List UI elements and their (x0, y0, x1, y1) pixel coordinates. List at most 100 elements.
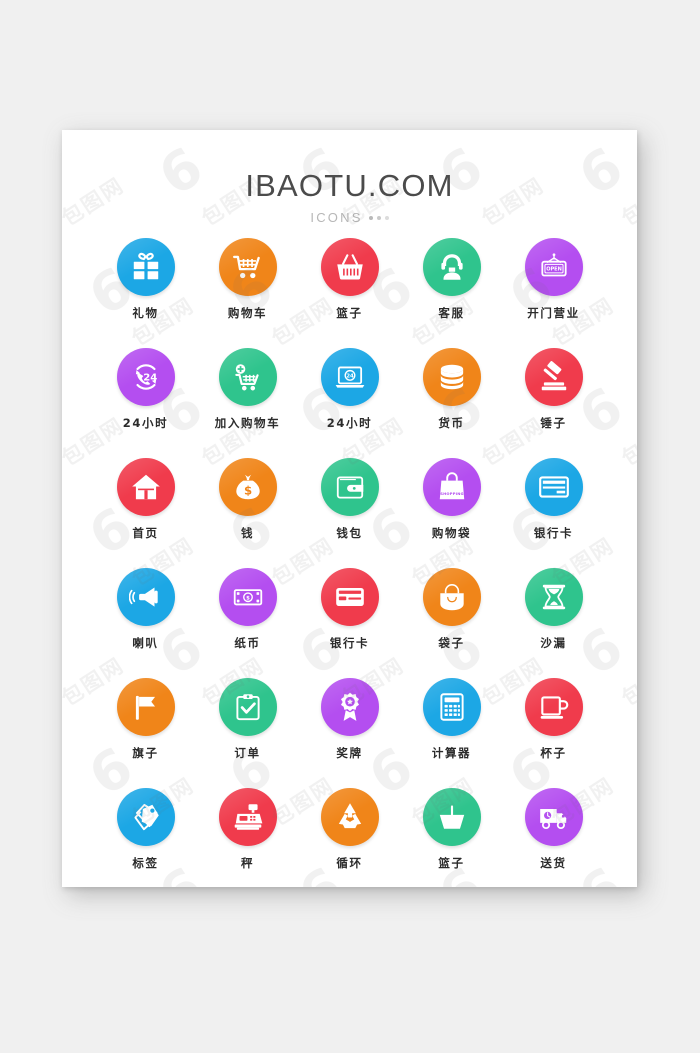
gift-icon[interactable] (116, 238, 175, 296)
icon-cell[interactable]: 沙漏 (506, 568, 601, 678)
icon-label: 钱包 (336, 526, 363, 540)
watermark-glyph: 6 (62, 614, 74, 689)
icon-label: 货币 (438, 416, 465, 430)
shopping-basket-icon[interactable] (320, 238, 379, 296)
icon-cell[interactable]: 24 24小时 (302, 348, 397, 458)
icon-label: 礼物 (132, 306, 159, 320)
phone-24h-icon[interactable]: 24 (116, 348, 175, 406)
add-to-cart-icon[interactable] (218, 348, 277, 406)
icon-cell[interactable]: 循环 (302, 788, 397, 898)
calculator-icon[interactable] (422, 678, 481, 736)
icon-cell[interactable]: 杯子 (506, 678, 601, 788)
icon-label: 开门营业 (527, 306, 580, 320)
icon-label: 篮子 (438, 856, 465, 870)
flag-icon[interactable] (116, 678, 175, 736)
icon-cell[interactable]: 加入购物车 (200, 348, 295, 458)
award-ribbon-icon[interactable] (320, 678, 379, 736)
watermark-text: 包图网 (617, 652, 637, 711)
icon-cell[interactable]: 首页 (98, 458, 193, 568)
tags-icon[interactable] (116, 788, 175, 846)
svg-text:$: $ (246, 595, 250, 601)
bank-card-icon[interactable] (320, 568, 379, 626)
icon-cell[interactable]: 送货 (506, 788, 601, 898)
shopping-bag-icon[interactable]: SHOPPING (422, 458, 481, 516)
icon-label: 杯子 (540, 746, 567, 760)
cash-register-icon[interactable] (218, 788, 277, 846)
icon-cell[interactable]: 客服 (404, 238, 499, 348)
coins-stack-icon[interactable] (422, 348, 481, 406)
icon-cell[interactable]: 礼物 (98, 238, 193, 348)
icon-cell[interactable]: 旗子 (98, 678, 193, 788)
watermark-text: 包图网 (617, 412, 637, 471)
icon-label: 首页 (132, 526, 159, 540)
icon-cell[interactable]: 钱包 (302, 458, 397, 568)
icon-cell[interactable]: 奖牌 (302, 678, 397, 788)
icon-cell[interactable]: 购物车 (200, 238, 295, 348)
icon-label: 循环 (336, 856, 363, 870)
mug-icon[interactable] (524, 678, 583, 736)
icon-label: 篮子 (336, 306, 363, 320)
brand-title: IBAOTU.COM (245, 168, 454, 203)
svg-text:24: 24 (143, 373, 157, 384)
megaphone-icon[interactable] (116, 568, 175, 626)
icon-cell[interactable]: $ 钱 (200, 458, 295, 568)
svg-text:24: 24 (346, 374, 354, 380)
clipboard-check-icon[interactable] (218, 678, 277, 736)
artboard-card: IBAOTU.COM ICONS 礼物 购物车 篮子 客服 OPEN 开门营业 (62, 130, 637, 887)
icon-cell[interactable]: 标签 (98, 788, 193, 898)
icon-cell[interactable]: 银行卡 (302, 568, 397, 678)
svg-text:OPEN: OPEN (546, 266, 562, 272)
shopping-cart-icon[interactable] (218, 238, 277, 296)
svg-text:SHOPPING: SHOPPING (440, 492, 464, 496)
icon-cell[interactable]: 秤 (200, 788, 295, 898)
basket-icon[interactable] (422, 788, 481, 846)
watermark-glyph: 6 (62, 374, 74, 449)
delivery-truck-icon[interactable] (524, 788, 583, 846)
gavel-icon[interactable] (524, 348, 583, 406)
icon-cell[interactable]: 货币 (404, 348, 499, 458)
icon-label: 锤子 (540, 416, 567, 430)
icon-cell[interactable]: 24 24小时 (98, 348, 193, 458)
handbag-icon[interactable] (422, 568, 481, 626)
icon-label: 送货 (540, 856, 567, 870)
icon-label: 标签 (132, 856, 159, 870)
icon-label: 购物袋 (431, 526, 472, 540)
icon-cell[interactable]: 锤子 (506, 348, 601, 458)
icon-cell[interactable]: SHOPPING 购物袋 (404, 458, 499, 568)
banknote-icon[interactable]: $ (218, 568, 277, 626)
icon-label: 银行卡 (329, 636, 370, 650)
icon-label: 客服 (438, 306, 465, 320)
icon-label: 钱 (240, 526, 255, 540)
icon-label: 24小时 (122, 416, 169, 430)
icon-cell[interactable]: 篮子 (404, 788, 499, 898)
icon-cell[interactable]: 计算器 (404, 678, 499, 788)
icon-label: 纸币 (234, 636, 261, 650)
watermark-glyph: 6 (62, 855, 74, 887)
icon-cell[interactable]: 银行卡 (506, 458, 601, 568)
brand-subtitle-row: ICONS (62, 210, 637, 225)
home-icon[interactable] (116, 458, 175, 516)
credit-card-icon[interactable] (524, 458, 583, 516)
icon-label: 秤 (240, 856, 255, 870)
icon-cell[interactable]: 订单 (200, 678, 295, 788)
wallet-icon[interactable] (320, 458, 379, 516)
icon-label: 购物车 (227, 306, 268, 320)
icon-label: 订单 (234, 746, 261, 760)
customer-service-icon[interactable] (422, 238, 481, 296)
screenshot-stage: IBAOTU.COM ICONS 礼物 购物车 篮子 客服 OPEN 开门营业 (0, 0, 700, 1053)
hourglass-icon[interactable] (524, 568, 583, 626)
artboard-header: IBAOTU.COM ICONS (62, 170, 637, 225)
icon-label: 加入购物车 (214, 416, 281, 430)
recycle-icon[interactable] (320, 788, 379, 846)
icon-cell[interactable]: 袋子 (404, 568, 499, 678)
icon-cell[interactable]: OPEN 开门营业 (506, 238, 601, 348)
laptop-24h-icon[interactable]: 24 (320, 348, 379, 406)
decorative-dots (368, 215, 389, 220)
brand-subtitle: ICONS (310, 210, 363, 225)
open-sign-icon[interactable]: OPEN (524, 238, 583, 296)
icon-cell[interactable]: $ 纸币 (200, 568, 295, 678)
icon-cell[interactable]: 篮子 (302, 238, 397, 348)
icon-cell[interactable]: 喇叭 (98, 568, 193, 678)
money-bag-icon[interactable]: $ (218, 458, 277, 516)
icon-label: 喇叭 (132, 636, 159, 650)
